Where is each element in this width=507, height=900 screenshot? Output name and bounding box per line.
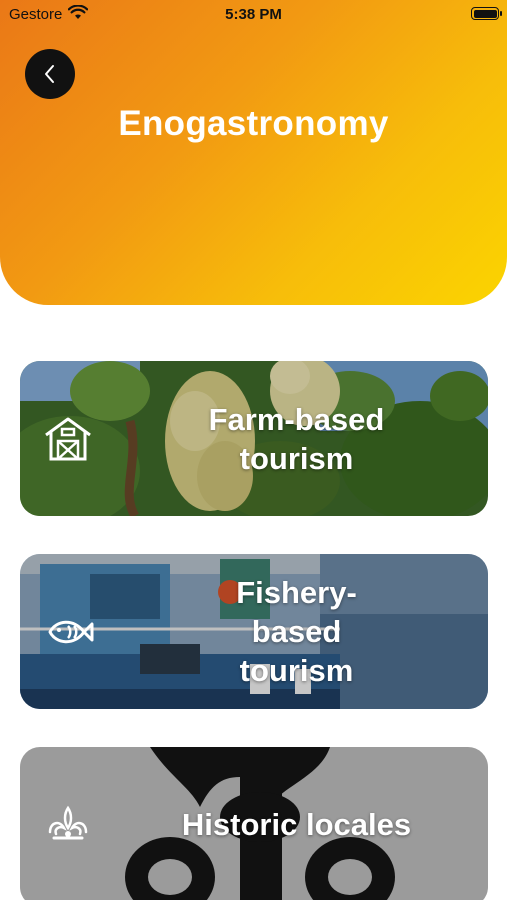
- status-time: 5:38 PM: [225, 6, 282, 23]
- fish-icon: [48, 620, 94, 643]
- header-banner: Gestore 5:38 PM Enogastronomy: [0, 0, 507, 305]
- category-card-farm-tourism[interactable]: Farm-based tourism: [20, 361, 488, 516]
- card-label-fishery-tourism: Fishery-based tourism: [236, 575, 357, 688]
- category-card-historic-locales[interactable]: Historic locales: [20, 747, 488, 900]
- chevron-left-icon: [45, 65, 54, 83]
- category-card-fishery-tourism[interactable]: Fishery-based tourism: [20, 554, 488, 709]
- ornament-icon: [48, 805, 88, 840]
- card-label-farm-tourism: Farm-based tourism: [208, 401, 385, 476]
- back-button[interactable]: [25, 49, 75, 99]
- page-title: Enogastronomy: [118, 104, 389, 143]
- status-bar: Gestore 5:38 PM: [0, 0, 507, 28]
- barn-icon: [45, 417, 91, 460]
- card-label-historic-locales: Historic locales: [181, 807, 412, 842]
- battery-icon: [471, 7, 502, 20]
